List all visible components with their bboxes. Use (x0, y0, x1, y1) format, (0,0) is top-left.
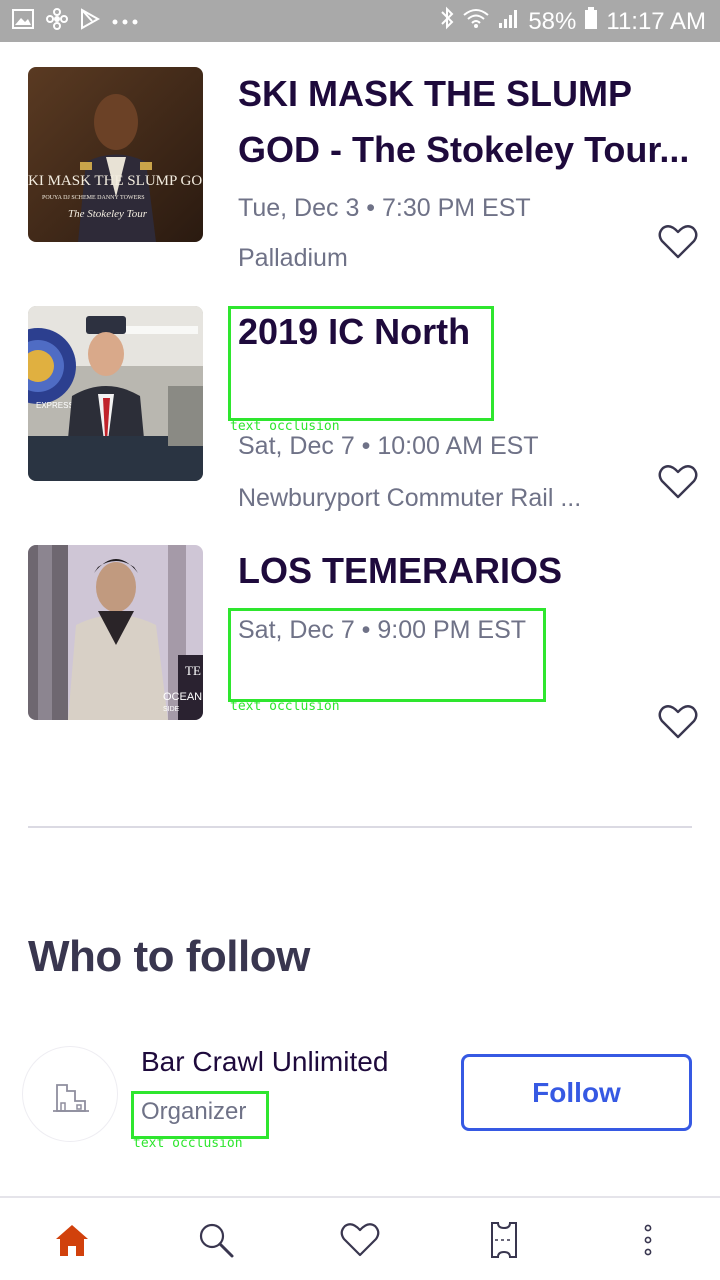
event-title[interactable]: LOS TEMERARIOS (238, 543, 698, 599)
thumb-text-script: The Stokeley Tour (68, 208, 148, 220)
event-thumbnail[interactable]: EXPRESS (28, 306, 203, 481)
event-date: Tue, Dec 3 • 7:30 PM EST (238, 194, 531, 222)
text-occlusion-box (228, 306, 494, 421)
text-occlusion-box (228, 608, 546, 702)
text-occlusion-label: text occlusion (133, 1136, 243, 1151)
event-thumbnail[interactable]: TE OCEAN SIDE (28, 545, 203, 720)
clock: 11:17 AM (606, 7, 706, 35)
thumb-text-main: KI MASK THE SLUMP GO (28, 173, 202, 189)
signal-icon (498, 7, 520, 36)
bottom-navigation (0, 1196, 720, 1280)
text-occlusion-label: text occlusion (230, 419, 340, 434)
favorite-heart-icon[interactable] (658, 464, 698, 500)
search-icon[interactable] (196, 1220, 236, 1260)
event-venue: Newburyport Commuter Rail ... (238, 484, 582, 512)
event-thumbnail[interactable]: KI MASK THE SLUMP GO POUYA DJ SCHEME DAN… (28, 67, 203, 242)
status-bar: 58% 11:17 AM (0, 0, 720, 42)
organizer-name[interactable]: Bar Crawl Unlimited (141, 1046, 388, 1078)
fan-icon (46, 8, 68, 35)
event-card[interactable]: KI MASK THE SLUMP GO POUYA DJ SCHEME DAN… (0, 60, 720, 290)
text-occlusion-box (131, 1091, 269, 1139)
heart-icon[interactable] (340, 1220, 380, 1260)
wifi-icon (462, 7, 490, 36)
event-date: Sat, Dec 7 • 10:00 AM EST (238, 432, 539, 460)
thumb-text-sub: SIDE (163, 706, 180, 713)
text-occlusion-label: text occlusion (230, 699, 340, 714)
battery-percent: 58% (528, 7, 577, 35)
bluetooth-icon (440, 6, 454, 37)
event-venue: Palladium (238, 244, 348, 272)
event-title[interactable]: SKI MASK THE SLUMP GOD - The Stokeley To… (238, 66, 698, 178)
ticket-icon[interactable] (484, 1220, 524, 1260)
home-icon[interactable] (52, 1220, 92, 1260)
play-store-icon (80, 8, 101, 35)
section-heading-who-to-follow: Who to follow (28, 932, 310, 981)
gallery-icon (12, 9, 34, 34)
building-icon (53, 1084, 89, 1112)
organizer-avatar[interactable] (22, 1046, 118, 1142)
favorite-heart-icon[interactable] (658, 704, 698, 740)
thumb-text-main: EXPRESS (36, 401, 74, 410)
section-divider (28, 826, 692, 828)
thumb-text-sub: POUYA DJ SCHEME DANNY TOWERS (42, 195, 145, 201)
thumb-text-corner: TE (185, 663, 201, 678)
more-vertical-icon[interactable] (628, 1220, 668, 1260)
battery-icon (584, 6, 598, 37)
thumb-text-main: OCEAN (163, 691, 202, 703)
favorite-heart-icon[interactable] (658, 224, 698, 260)
follow-button[interactable]: Follow (461, 1054, 692, 1131)
more-dots-icon (112, 13, 138, 31)
